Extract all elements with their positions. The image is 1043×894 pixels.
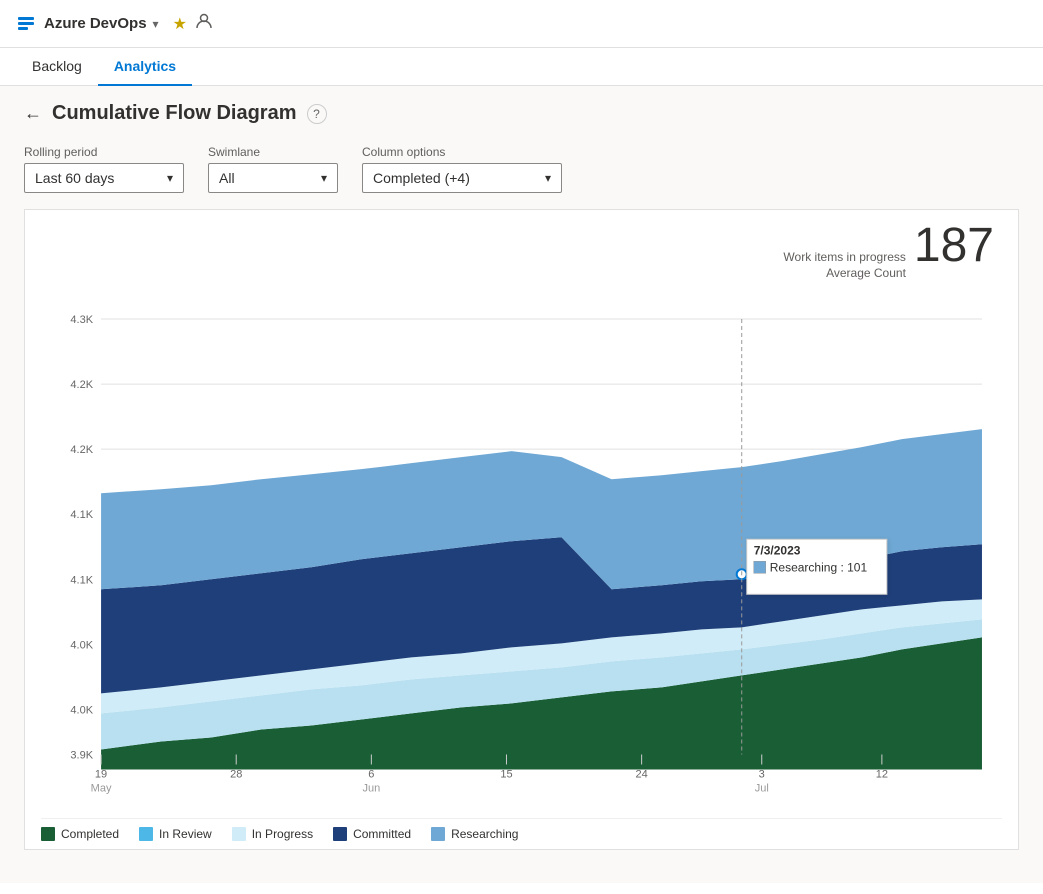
svg-text:7/3/2023: 7/3/2023 bbox=[754, 543, 801, 557]
legend-committed[interactable]: Committed bbox=[333, 827, 411, 841]
svg-text:12: 12 bbox=[876, 769, 888, 781]
researching-swatch bbox=[431, 827, 445, 841]
star-icon[interactable]: ★ bbox=[173, 14, 187, 34]
app-title[interactable]: Azure DevOps bbox=[44, 15, 147, 32]
column-options-filter: Column options Completed (+4) ▾ bbox=[362, 145, 562, 193]
chevron-down-icon: ▾ bbox=[321, 171, 327, 185]
chevron-down-icon[interactable]: ▾ bbox=[153, 17, 159, 31]
column-options-select[interactable]: Completed (+4) ▾ bbox=[362, 163, 562, 193]
swimlane-select[interactable]: All ▾ bbox=[208, 163, 338, 193]
svg-text:19: 19 bbox=[95, 769, 107, 781]
svg-text:4.2K: 4.2K bbox=[70, 379, 93, 391]
app-header: Azure DevOps ▾ ★ bbox=[0, 0, 1043, 48]
chart-legend: Completed In Review In Progress Committe… bbox=[41, 818, 1002, 841]
svg-text:Jul: Jul bbox=[755, 783, 769, 795]
filters-row: Rolling period Last 60 days ▾ Swimlane A… bbox=[24, 145, 1019, 193]
svg-text:3: 3 bbox=[759, 769, 765, 781]
column-options-label: Column options bbox=[362, 145, 562, 159]
svg-text:4.0K: 4.0K bbox=[70, 705, 93, 717]
in-progress-label: In Progress bbox=[252, 827, 313, 841]
researching-label: Researching bbox=[451, 827, 518, 841]
completed-swatch bbox=[41, 827, 55, 841]
completed-label: Completed bbox=[61, 827, 119, 841]
chevron-down-icon: ▾ bbox=[545, 171, 551, 185]
cumulative-flow-chart: 4.3K 4.2K 4.2K 4.1K 4.1K 4.0K 4.0K 3.9K bbox=[41, 289, 1002, 810]
svg-text:4.2K: 4.2K bbox=[70, 444, 93, 456]
svg-text:3.9K: 3.9K bbox=[70, 750, 93, 762]
page-content: ← Cumulative Flow Diagram ? Rolling peri… bbox=[0, 86, 1043, 883]
work-items-label: Work items in progress Average Count bbox=[783, 250, 905, 281]
tab-backlog[interactable]: Backlog bbox=[16, 48, 98, 86]
swimlane-filter: Swimlane All ▾ bbox=[208, 145, 338, 193]
user-icon[interactable] bbox=[195, 12, 213, 35]
app-icon bbox=[16, 14, 36, 34]
tab-analytics[interactable]: Analytics bbox=[98, 48, 192, 86]
svg-text:4.1K: 4.1K bbox=[70, 509, 93, 521]
chevron-down-icon: ▾ bbox=[167, 171, 173, 185]
chart-area[interactable]: 4.3K 4.2K 4.2K 4.1K 4.1K 4.0K 4.0K 3.9K bbox=[41, 289, 1002, 810]
legend-in-progress[interactable]: In Progress bbox=[232, 827, 313, 841]
svg-text:24: 24 bbox=[635, 769, 647, 781]
legend-researching[interactable]: Researching bbox=[431, 827, 518, 841]
svg-text:Jun: Jun bbox=[362, 783, 380, 795]
svg-text:4.3K: 4.3K bbox=[70, 314, 93, 326]
svg-text:28: 28 bbox=[230, 769, 242, 781]
svg-text:May: May bbox=[91, 783, 112, 795]
committed-label: Committed bbox=[353, 827, 411, 841]
page-title-row: ← Cumulative Flow Diagram ? bbox=[24, 102, 1019, 125]
svg-text:6: 6 bbox=[368, 769, 374, 781]
rolling-period-filter: Rolling period Last 60 days ▾ bbox=[24, 145, 184, 193]
svg-text:Researching : 101: Researching : 101 bbox=[770, 560, 868, 574]
svg-text:4.1K: 4.1K bbox=[70, 574, 93, 586]
back-button[interactable]: ← bbox=[24, 103, 42, 124]
page-title: Cumulative Flow Diagram bbox=[52, 102, 297, 125]
in-review-label: In Review bbox=[159, 827, 212, 841]
swimlane-label: Swimlane bbox=[208, 145, 338, 159]
rolling-period-label: Rolling period bbox=[24, 145, 184, 159]
svg-text:15: 15 bbox=[500, 769, 512, 781]
svg-text:4.0K: 4.0K bbox=[70, 640, 93, 652]
work-items-count: 187 bbox=[914, 222, 994, 270]
chart-container: Work items in progress Average Count 187… bbox=[24, 209, 1019, 850]
rolling-period-select[interactable]: Last 60 days ▾ bbox=[24, 163, 184, 193]
legend-completed[interactable]: Completed bbox=[41, 827, 119, 841]
nav-tabs: Backlog Analytics bbox=[0, 48, 1043, 86]
committed-swatch bbox=[333, 827, 347, 841]
in-review-swatch bbox=[139, 827, 153, 841]
help-icon[interactable]: ? bbox=[307, 104, 327, 124]
legend-in-review[interactable]: In Review bbox=[139, 827, 212, 841]
chart-header: Work items in progress Average Count 187 bbox=[41, 222, 1002, 281]
in-progress-swatch bbox=[232, 827, 246, 841]
